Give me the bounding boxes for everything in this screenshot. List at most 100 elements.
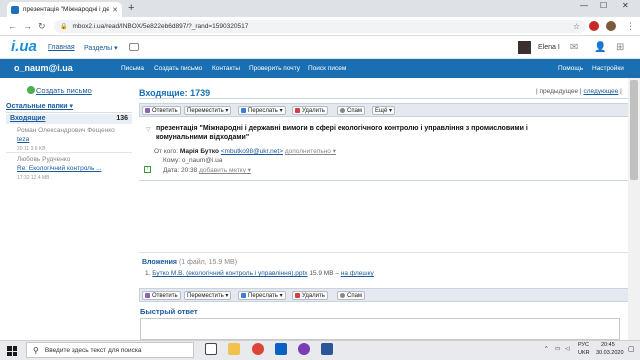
date-value: 20:38 [181, 167, 198, 174]
task-view-icon[interactable] [205, 343, 217, 355]
windows-start-icon[interactable] [7, 346, 17, 356]
nav-sections-link[interactable]: Разделы ▾ [84, 44, 118, 52]
chrome-icon[interactable] [252, 343, 264, 355]
move-label: Переместить ▾ [187, 108, 229, 114]
clock-date[interactable]: 30.03.2020 [596, 350, 624, 356]
nav-contacts[interactable]: Контакты [212, 65, 240, 72]
attachment-link[interactable]: Бутко М.В. (екологічний контроль і управ… [152, 270, 307, 277]
compose-icon[interactable] [27, 86, 35, 94]
site-logo[interactable]: i.ua [11, 38, 37, 55]
nav-help[interactable]: Помощь [558, 65, 583, 72]
forward-icon[interactable]: → [23, 21, 32, 31]
notifications-icon[interactable]: ▢ [628, 345, 635, 353]
viber-icon[interactable] [298, 343, 310, 355]
more-label: Ещё ▾ [375, 108, 392, 114]
delete-button[interactable]: Удалить [292, 106, 328, 115]
nav-search-mail[interactable]: Поиск писем [308, 65, 346, 72]
attachment-item: 1. Бутко М.В. (екологічний контроль і уп… [145, 270, 374, 277]
word-icon[interactable] [321, 343, 333, 355]
folder-inbox[interactable]: Входящие 136 [6, 114, 132, 124]
add-label-link[interactable]: добавить метку ▾ [199, 167, 251, 174]
browser-menu-icon[interactable]: ⋮ [626, 21, 635, 32]
move-button[interactable]: Переместить ▾ [184, 291, 232, 300]
input-language-2[interactable]: UKR [578, 350, 590, 356]
nav-check-mail[interactable]: Проверить почту [249, 65, 300, 72]
minimize-button[interactable]: — [580, 1, 588, 10]
scrollbar-thumb[interactable] [630, 80, 638, 180]
mail-navbar: o_naum@i.ua Письма Создать письмо Контак… [0, 59, 640, 78]
forward-label: Переслать ▾ [248, 108, 283, 114]
profile-avatar[interactable] [606, 21, 616, 31]
attachment-size: 15.9 MB – [309, 270, 339, 277]
create-letter-link[interactable]: Создать письмо [36, 86, 92, 95]
reload-icon[interactable]: ↻ [38, 21, 46, 32]
from-line: От кого: Марія Бутко <mbutko98@ukr.net> … [154, 147, 336, 155]
spam-icon [340, 108, 345, 113]
url-text[interactable]: mbox2.i.ua/read/INBOX/5e822eb6d897/?_ran… [72, 23, 572, 30]
page-title: Входящие: 1739 [139, 88, 211, 98]
extension-icon[interactable] [589, 21, 599, 31]
browser-toolbar: ← → ↻ 🔒 mbox2.i.ua/read/INBOX/5e822eb6d8… [0, 17, 640, 36]
apps-grid-icon[interactable]: ⊞ [616, 42, 624, 53]
folder-inbox-count: 136 [116, 115, 128, 122]
move-label: Переместить ▾ [187, 293, 229, 299]
attachments-label: Вложения [142, 259, 177, 266]
date-line: Дата: 20:38 добавить метку ▾ [163, 166, 251, 174]
other-folders-toggle[interactable]: Остальные папки ▾ [6, 102, 132, 113]
message-subject: презентація "Міжнародні і державні вимог… [156, 125, 528, 141]
more-button[interactable]: Ещё ▾ [372, 106, 395, 115]
nav-letters[interactable]: Письма [121, 65, 144, 72]
list-item-sender[interactable]: Любовь Рудченко [17, 156, 70, 163]
bookmark-star-icon[interactable]: ☆ [573, 22, 580, 31]
user-icon[interactable]: 👤 [594, 42, 606, 53]
browser-tab[interactable]: презентація "Міжнародні і держ ✕ [7, 2, 122, 17]
back-icon[interactable]: ← [8, 21, 17, 31]
close-window-button[interactable]: ✕ [622, 1, 629, 10]
forward-button[interactable]: Переслать ▾ [238, 106, 286, 115]
spam-button[interactable]: Спам [337, 291, 366, 300]
move-button[interactable]: Переместить ▾ [184, 106, 232, 115]
forward-button[interactable]: Переслать ▾ [238, 291, 286, 300]
label-flag-icon[interactable]: ! [144, 166, 151, 173]
prev-message-link[interactable]: предыдущее [540, 88, 579, 95]
more-details-link[interactable]: дополнительно ▾ [285, 148, 336, 155]
collapse-chevron-icon[interactable]: ▽ [146, 126, 151, 133]
network-icon[interactable]: ▭ [555, 346, 560, 352]
next-message-link[interactable]: следующее [583, 88, 618, 95]
address-bar[interactable]: 🔒 mbox2.i.ua/read/INBOX/5e822eb6d897/?_r… [54, 20, 586, 33]
mail-app-icon[interactable] [275, 343, 287, 355]
forward-icon [241, 293, 246, 298]
tab-close-icon[interactable]: ✕ [112, 6, 118, 14]
delete-label: Удалить [302, 107, 325, 114]
quick-reply-textarea[interactable] [140, 318, 620, 340]
reply-button[interactable]: Ответить [142, 106, 181, 115]
input-language[interactable]: РУС [578, 342, 589, 348]
list-item-subject[interactable]: tezа [17, 136, 29, 143]
nav-home-link[interactable]: Главная [48, 44, 75, 51]
camera-icon[interactable] [129, 43, 139, 51]
reply-icon [145, 293, 150, 298]
list-item-sender[interactable]: Роман Олександрович Фещенко [17, 127, 115, 134]
new-tab-button[interactable]: + [128, 2, 134, 15]
sender-email-link[interactable]: <mbutko98@ukr.net> [221, 148, 283, 155]
clock-time[interactable]: 20:45 [601, 342, 615, 348]
from-label: От кого: [154, 148, 179, 155]
mail-icon[interactable]: ✉ [570, 42, 578, 53]
taskbar-search-input[interactable]: ⚲ Введите здесь текст для поиска [26, 342, 194, 358]
list-item-subject[interactable]: Re: Екологічний контроль ... [17, 165, 102, 172]
user-name[interactable]: Elena I [538, 44, 560, 51]
reply-button[interactable]: Ответить [142, 291, 181, 300]
avatar[interactable] [518, 41, 531, 54]
file-explorer-icon[interactable] [228, 343, 240, 355]
tray-chevron-icon[interactable]: ^ [545, 346, 548, 352]
nav-settings[interactable]: Настройки [592, 65, 624, 72]
save-to-flash-link[interactable]: на флешку [341, 270, 374, 277]
volume-icon[interactable]: ◁ [565, 346, 569, 352]
recipient-email: o_naum@i.ua [181, 157, 223, 164]
spam-button[interactable]: Спам [337, 106, 366, 115]
lock-icon: 🔒 [60, 24, 68, 30]
maximize-button[interactable]: ☐ [600, 1, 607, 10]
nav-compose[interactable]: Создать письмо [154, 65, 202, 72]
to-label: Кому: [163, 157, 180, 164]
delete-button[interactable]: Удалить [292, 291, 328, 300]
